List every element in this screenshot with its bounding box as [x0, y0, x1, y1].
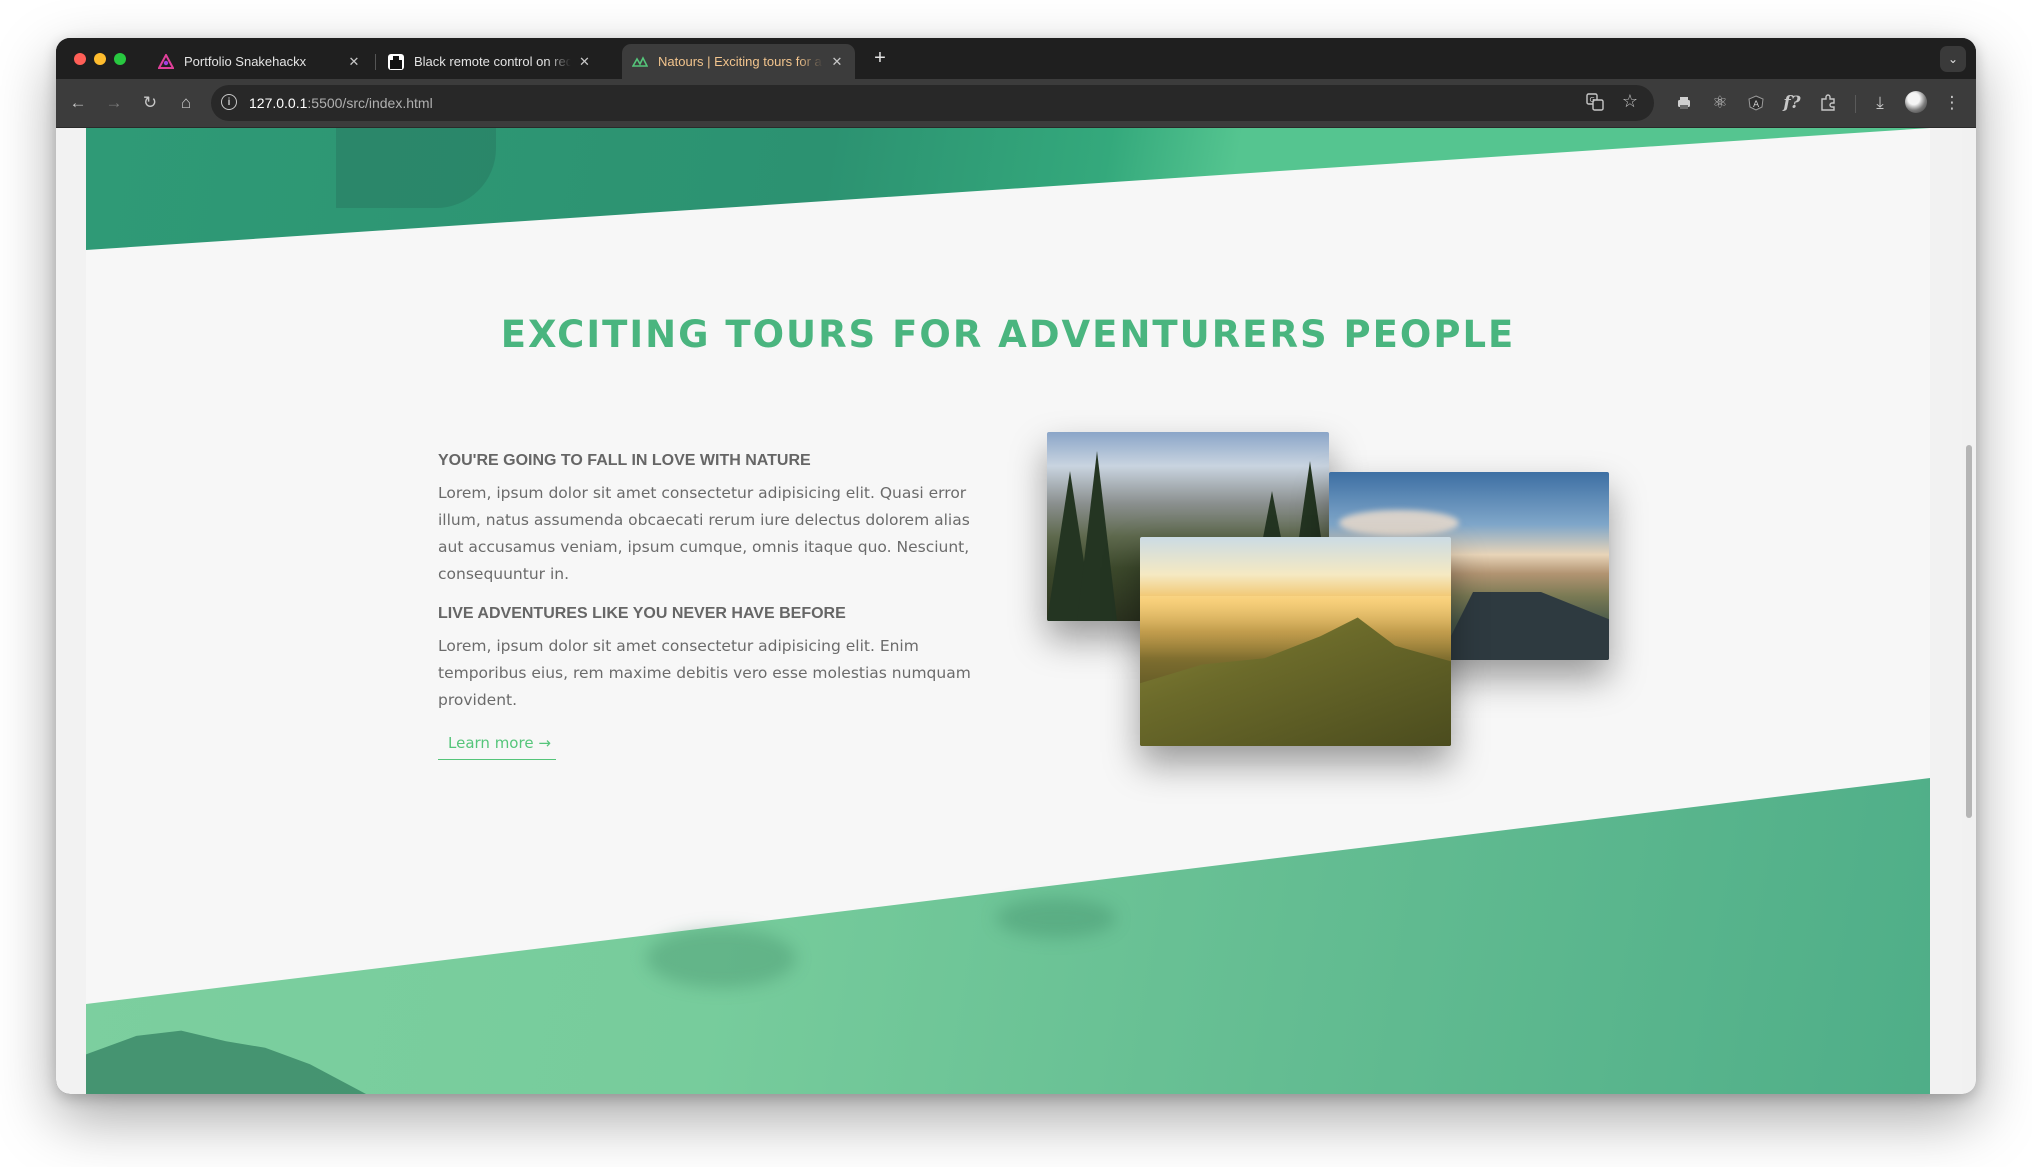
browser-toolbar: ← → ↻ ⌂ i 127.0.0.1:5500/src/index.html …: [56, 79, 1976, 128]
tab-portfolio[interactable]: Portfolio Snakehackx ✕: [148, 44, 372, 79]
tab-divider: [375, 54, 376, 70]
tab-title: Black remote control on red t: [414, 54, 571, 69]
tab-title: Natours | Exciting tours for a: [658, 54, 822, 69]
tab-remote-control[interactable]: Black remote control on red t ✕: [378, 44, 602, 79]
page-scrollbar[interactable]: [1962, 128, 1976, 1094]
background-cloud: [996, 898, 1116, 938]
feature-text: Lorem, ipsum dolor sit amet consectetur …: [438, 637, 971, 709]
url-host: 127.0.0.1: [249, 95, 308, 111]
image-icon: [388, 53, 404, 70]
tab-search-chevron-icon[interactable]: ⌄: [1940, 46, 1966, 72]
home-icon[interactable]: ⌂: [174, 91, 198, 115]
profile-avatar[interactable]: [1905, 91, 1927, 113]
download-icon[interactable]: ⤓: [1868, 91, 1892, 115]
tab-natours[interactable]: Natours | Exciting tours for a ✕: [622, 44, 855, 79]
toolbar-divider: [1855, 95, 1856, 113]
back-arrow-icon[interactable]: ←: [66, 91, 90, 115]
extension-printer-icon[interactable]: [1672, 91, 1696, 115]
page-content: EXCITING TOURS FOR ADVENTURERS PEOPLE YO…: [86, 128, 1930, 1094]
site-info-icon[interactable]: i: [221, 94, 237, 110]
close-tab-icon[interactable]: ✕: [577, 54, 592, 70]
bookmark-star-icon[interactable]: ☆: [1622, 91, 1638, 112]
font-inspector-icon[interactable]: f?: [1780, 91, 1804, 115]
natours-logo-icon: [632, 54, 648, 70]
tab-strip: Portfolio Snakehackx ✕ Black remote cont…: [56, 38, 1976, 79]
new-tab-button[interactable]: +: [868, 47, 892, 70]
url-text[interactable]: 127.0.0.1:5500/src/index.html: [249, 95, 433, 111]
translate-icon[interactable]: G: [1586, 93, 1604, 115]
url-path: :5500/src/index.html: [307, 95, 433, 111]
scrollbar-thumb[interactable]: [1966, 445, 1972, 818]
header-background-rock: [336, 128, 496, 208]
background-cloud: [646, 928, 796, 988]
address-bar[interactable]: i 127.0.0.1:5500/src/index.html G ☆: [211, 85, 1654, 121]
browser-window: Portfolio Snakehackx ✕ Black remote cont…: [56, 38, 1976, 1094]
footer-background: [86, 778, 1930, 1094]
page-viewport: EXCITING TOURS FOR ADVENTURERS PEOPLE YO…: [56, 128, 1976, 1094]
angular-devtools-icon[interactable]: A: [1744, 91, 1768, 115]
feature-text: Lorem, ipsum dolor sit amet consectetur …: [438, 484, 970, 583]
close-window-button[interactable]: [74, 53, 86, 65]
photo-sunset-ridge: [1140, 537, 1451, 746]
feature-title: YOU'RE GOING TO FALL IN LOVE WITH NATURE: [438, 452, 811, 469]
minimize-window-button[interactable]: [94, 53, 106, 65]
more-menu-icon[interactable]: ⋮: [1940, 91, 1964, 115]
maximize-window-button[interactable]: [114, 53, 126, 65]
svg-text:G: G: [1590, 96, 1595, 104]
close-tab-icon[interactable]: ✕: [346, 54, 362, 70]
tab-title: Portfolio Snakehackx: [184, 54, 307, 69]
extensions-puzzle-icon[interactable]: [1816, 91, 1840, 115]
pink-logo-icon: [158, 53, 174, 70]
react-devtools-icon[interactable]: ⚛: [1708, 91, 1732, 115]
forward-arrow-icon[interactable]: →: [102, 91, 126, 115]
feature-title: LIVE ADVENTURES LIKE YOU NEVER HAVE BEFO…: [438, 605, 846, 622]
learn-more-link[interactable]: Learn more →: [438, 732, 556, 760]
reload-icon[interactable]: ↻: [138, 91, 162, 115]
section-heading: EXCITING TOURS FOR ADVENTURERS PEOPLE: [500, 313, 1516, 356]
close-tab-icon[interactable]: ✕: [829, 54, 845, 70]
svg-text:A: A: [1753, 100, 1760, 110]
